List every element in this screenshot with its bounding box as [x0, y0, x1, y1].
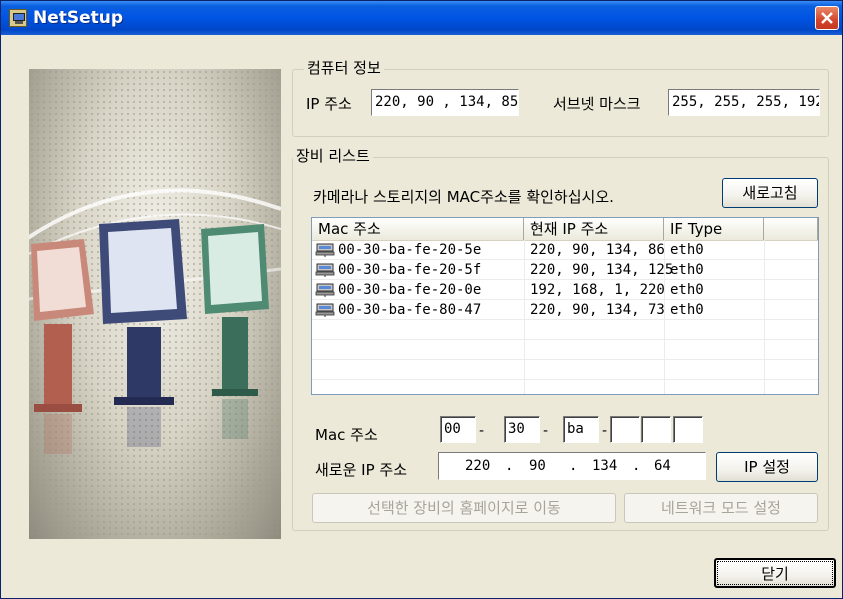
instruction-text: 카메라나 스토리지의 MAC주소를 확인하십시오. — [313, 188, 614, 206]
device-list-legend: 장비 리스트 — [293, 145, 373, 166]
grid-line — [524, 240, 525, 394]
cell-ip: 220, 90, 134, 125 — [530, 262, 674, 278]
goto-homepage-button[interactable]: 선택한 장비의 홈페이지로 이동 — [312, 493, 616, 523]
close-icon — [821, 12, 833, 24]
ip-separator: . — [505, 458, 514, 474]
network-computer-icon — [315, 263, 335, 277]
ip-separator: . — [569, 458, 578, 474]
table-header: Mac 주소 현재 IP 주소 IF Type — [312, 218, 818, 241]
cell-iftype: eth0 — [670, 262, 704, 278]
column-mac[interactable]: Mac 주소 — [312, 218, 524, 240]
mac-separator: - — [602, 423, 608, 439]
cell-iftype: eth0 — [670, 282, 704, 298]
refresh-button[interactable]: 새로고침 — [722, 178, 818, 208]
table-row[interactable]: 00-30-ba-fe-20-5e 220, 90, 134, 86 eth0 — [312, 240, 818, 260]
cell-mac: 00-30-ba-fe-20-5f — [338, 262, 482, 278]
new-ip-field[interactable]: 220. 90. 134. 64 — [438, 452, 706, 480]
netsetup-app-icon — [9, 9, 27, 27]
cell-iftype: eth0 — [670, 302, 704, 318]
cell-mac: 00-30-ba-fe-20-0e — [338, 282, 482, 298]
network-computer-icon — [315, 243, 335, 257]
network-computer-icon — [315, 283, 335, 297]
table-row[interactable]: 00-30-ba-fe-20-5f 220, 90, 134, 125 eth0 — [312, 260, 818, 280]
device-list-table[interactable]: Mac 주소 현재 IP 주소 IF Type 00-30-ba-fe-20-5… — [311, 217, 819, 395]
netsetup-window: NetSetup 컴퓨터 정보 IP 주소 220, 90 , 134, 85 … — [0, 0, 843, 599]
grid-line — [764, 240, 765, 394]
mac-octet-field[interactable]: 30 — [504, 416, 540, 443]
close-window-button[interactable] — [815, 6, 839, 30]
ip-octet[interactable]: 64 — [654, 454, 671, 478]
close-button[interactable]: 닫기 — [714, 558, 836, 588]
ip-octet[interactable]: 134 — [592, 454, 617, 478]
network-computer-icon — [315, 303, 335, 317]
cell-ip: 192, 168, 1, 220 — [530, 282, 665, 298]
cell-mac: 00-30-ba-fe-20-5e — [338, 242, 482, 258]
subnet-mask-field[interactable]: 255, 255, 255, 192 — [668, 89, 820, 116]
column-current-ip[interactable]: 현재 IP 주소 — [524, 218, 664, 240]
mac-octet-field[interactable]: ba — [563, 416, 599, 443]
ip-separator: . — [632, 458, 641, 474]
subnet-mask-label: 서브넷 마스크 — [553, 95, 641, 113]
ip-octet[interactable]: 90 — [529, 454, 546, 478]
cell-ip: 220, 90, 134, 73 — [530, 302, 665, 318]
grid-line — [312, 379, 818, 380]
grid-line — [312, 359, 818, 360]
table-row[interactable]: 00-30-ba-fe-20-0e 192, 168, 1, 220 eth0 — [312, 280, 818, 300]
window-title: NetSetup — [33, 8, 124, 28]
ip-octet[interactable]: 220 — [465, 454, 490, 478]
table-row[interactable]: 00-30-ba-fe-80-47 220, 90, 134, 73 eth0 — [312, 300, 818, 320]
column-extra[interactable] — [764, 218, 818, 240]
new-ip-label: 새로운 IP 주소 — [315, 461, 408, 479]
mac-octet-field[interactable]: 00 — [440, 416, 476, 443]
grid-line — [664, 240, 665, 394]
ip-address-field[interactable]: 220, 90 , 134, 85 — [371, 89, 519, 116]
mac-octet-field[interactable] — [641, 416, 671, 443]
computer-info-legend: 컴퓨터 정보 — [304, 57, 384, 78]
mac-separator: - — [479, 423, 485, 439]
grid-line — [312, 339, 818, 340]
mac-octet-field[interactable] — [673, 416, 703, 443]
cell-iftype: eth0 — [670, 242, 704, 258]
mac-octet-field[interactable] — [610, 416, 640, 443]
mac-separator: - — [543, 423, 549, 439]
network-mode-button[interactable]: 네트워크 모드 설정 — [624, 493, 818, 523]
cell-mac: 00-30-ba-fe-80-47 — [338, 302, 482, 318]
title-bar[interactable]: NetSetup — [1, 1, 842, 35]
column-if-type[interactable]: IF Type — [664, 218, 764, 240]
cell-ip: 220, 90, 134, 86 — [530, 242, 665, 258]
mac-address-label: Mac 주소 — [315, 426, 378, 444]
computers-illustration — [29, 69, 281, 539]
set-ip-button[interactable]: IP 설정 — [716, 452, 818, 482]
ip-address-label: IP 주소 — [306, 95, 352, 113]
